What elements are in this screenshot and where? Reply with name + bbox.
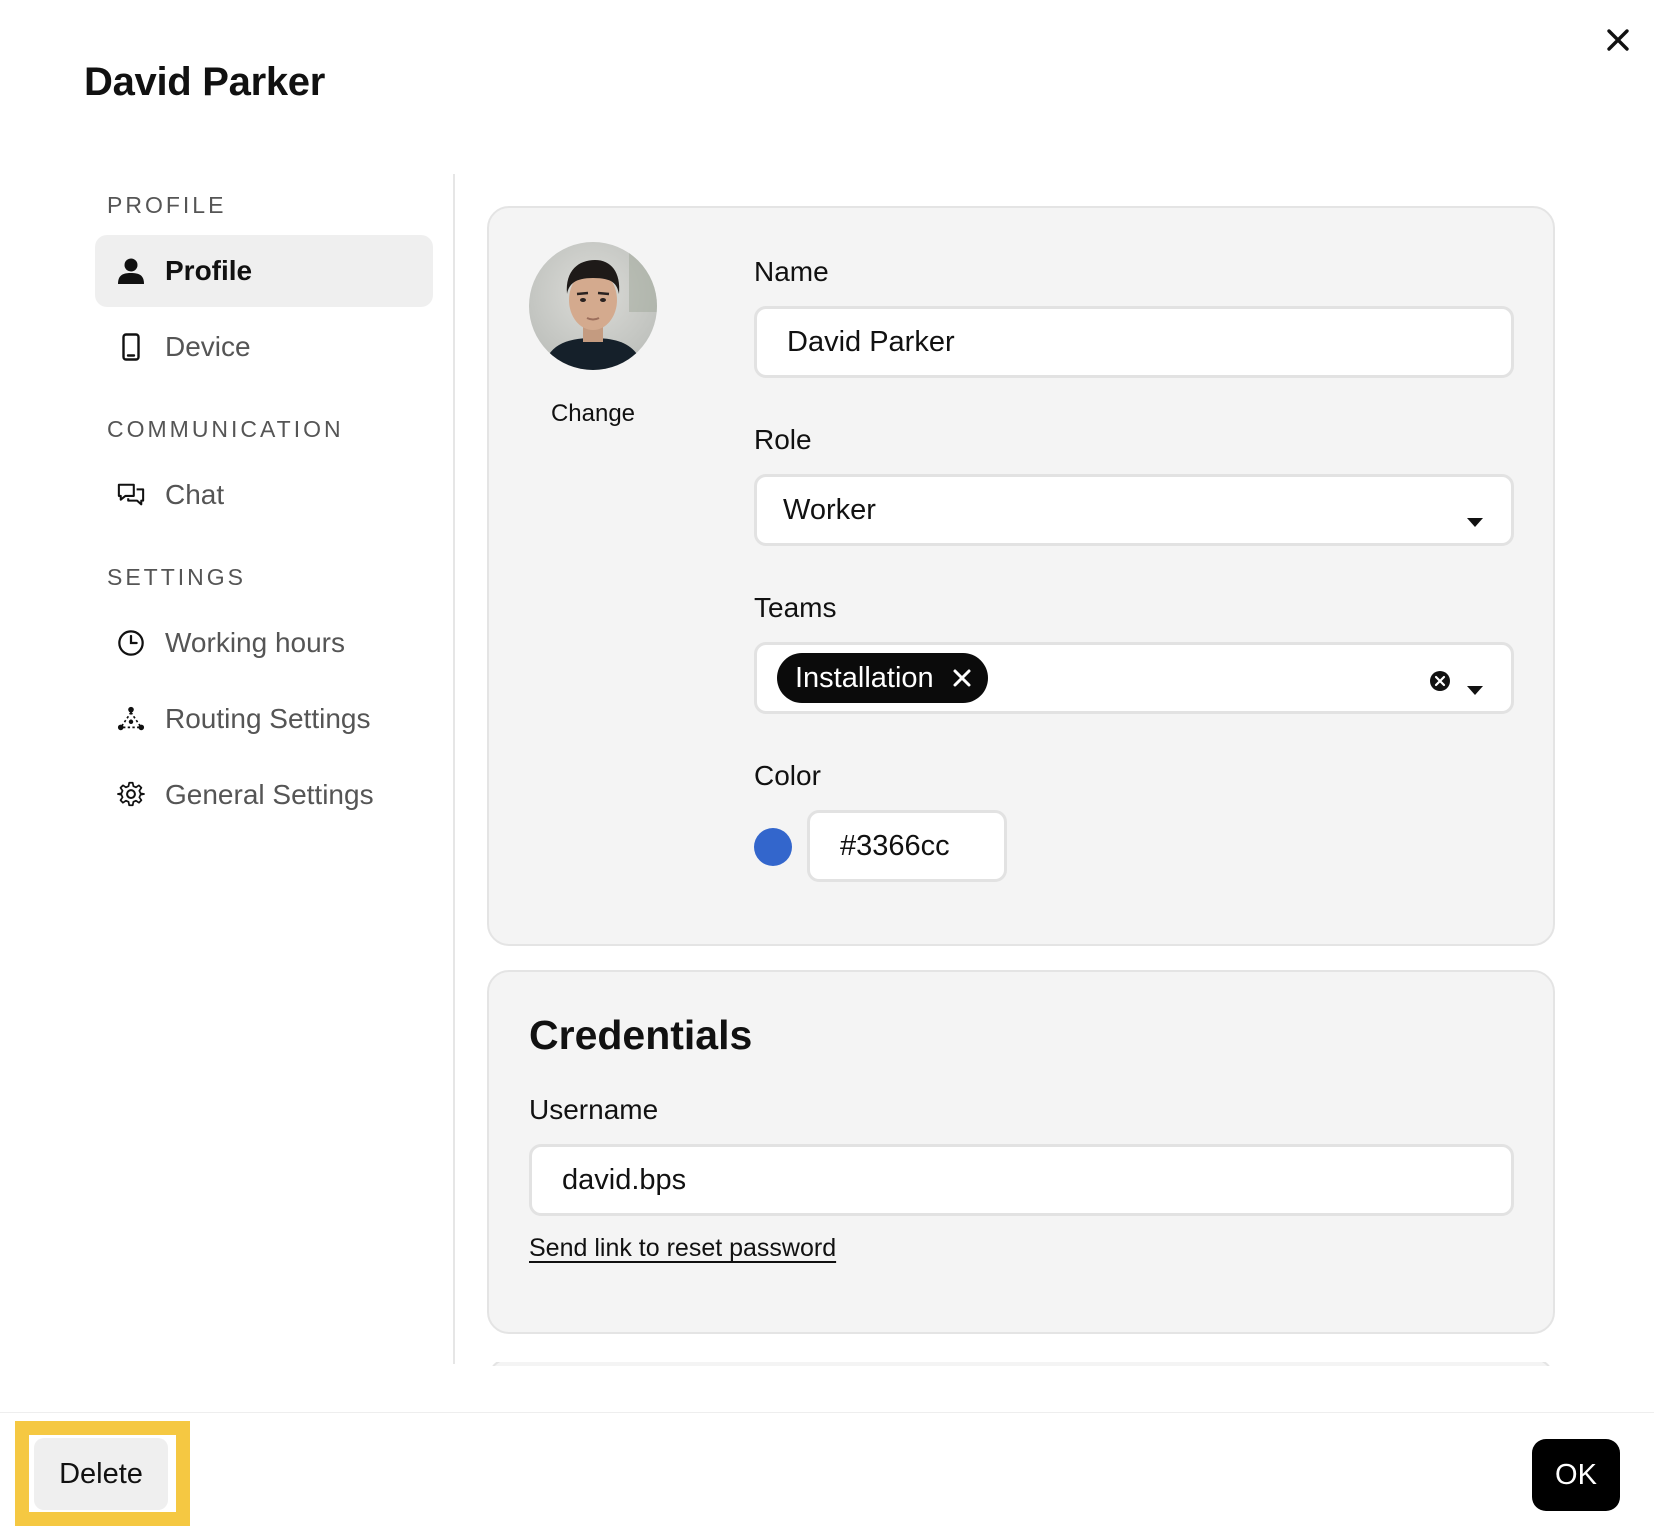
phone-icon [117,333,145,361]
profile-card: Change Name David Parker Role Worker Tea… [487,206,1555,946]
sidebar-item-label: Device [165,331,251,362]
name-label: Name [754,256,829,287]
close-icon [1607,29,1629,51]
close-icon [953,669,971,687]
color-value: #3366cc [840,829,950,862]
sidebar-divider [453,174,455,1364]
chat-icon [117,481,145,509]
credentials-title: Credentials [529,1012,753,1058]
sidebar-item-label: Working hours [165,627,346,658]
clear-teams-button[interactable] [1429,667,1451,700]
team-chip: Installation [777,653,988,703]
chevron-down-icon [1467,503,1483,536]
gear-icon [117,781,145,809]
sidebar-section-profile: PROFILE [107,192,227,218]
sidebar-item-label: General Settings [165,779,374,810]
role-select[interactable]: Worker [754,474,1514,546]
team-chip-label: Installation [795,661,934,694]
credentials-card: Credentials Username david.bps Send link… [487,970,1555,1334]
sidebar-section-communication: COMMUNICATION [107,416,344,442]
sidebar-item-label: Profile [165,255,253,286]
username-field[interactable]: david.bps [529,1144,1514,1216]
remove-team-button[interactable] [952,668,972,688]
role-value: Worker [783,493,876,526]
routing-icon [117,705,145,733]
sidebar-item-profile[interactable]: Profile [95,235,433,307]
role-label: Role [754,424,812,455]
sidebar-item-general-settings[interactable]: General Settings [95,759,433,831]
username-value: david.bps [562,1163,687,1196]
sidebar-item-device[interactable]: Device [95,311,433,383]
clear-icon [1430,671,1450,691]
sidebar-item-chat[interactable]: Chat [95,459,433,531]
reset-password-link[interactable]: Send link to reset password [529,1234,836,1263]
clock-icon [117,629,145,657]
content-fade [0,1366,1654,1412]
sidebar-item-working-hours[interactable]: Working hours [95,607,433,679]
close-button[interactable] [1600,22,1636,58]
username-label: Username [529,1094,659,1125]
name-value: David Parker [787,325,955,358]
color-label: Color [754,760,821,791]
teams-label: Teams [754,592,837,623]
dialog-title: David Parker [84,60,325,104]
sidebar-section-settings: SETTINGS [107,564,247,590]
person-icon [117,257,145,285]
footer-divider [0,1412,1654,1413]
ok-button[interactable]: OK [1532,1439,1620,1511]
change-avatar-link[interactable]: Change [529,400,657,428]
sidebar-item-label: Chat [165,479,225,510]
sidebar-item-label: Routing Settings [165,703,371,734]
name-field[interactable]: David Parker [754,306,1514,378]
sidebar-item-routing-settings[interactable]: Routing Settings [95,683,433,755]
delete-button[interactable]: Delete [34,1438,168,1510]
chevron-down-icon [1467,671,1483,704]
teams-select[interactable]: Installation [754,642,1514,714]
avatar[interactable] [529,242,657,370]
color-swatch[interactable] [754,828,792,866]
color-field[interactable]: #3366cc [807,810,1007,882]
